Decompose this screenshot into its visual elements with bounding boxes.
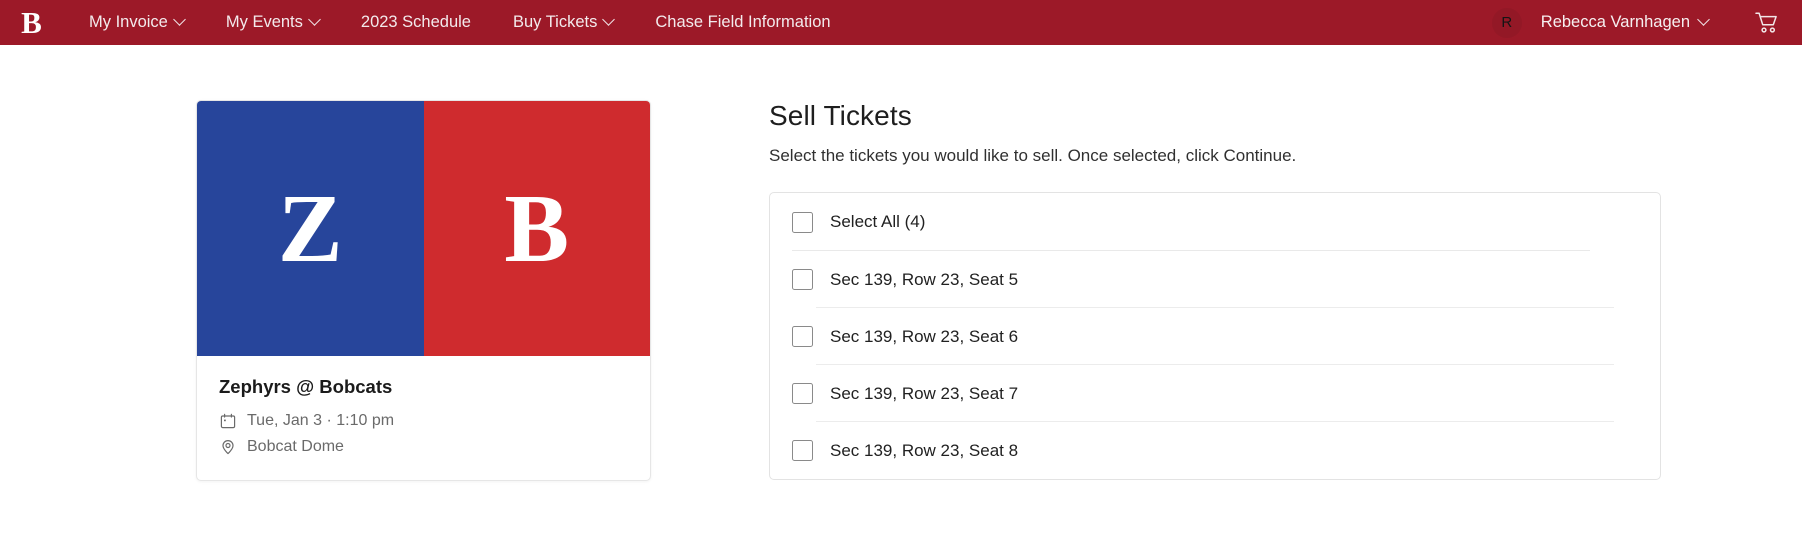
home-team-logo-icon: B	[423, 101, 650, 356]
nav-item-label: My Invoice	[89, 13, 168, 31]
avatar: R	[1491, 7, 1522, 38]
event-card-body: Zephyrs @ Bobcats Tue, Jan 3 · 1:10 pm B…	[197, 356, 650, 480]
ticket-selection-panel: Select All (4) Sec 139, Row 23, Seat 5 S…	[769, 192, 1661, 480]
event-date-label: Tue, Jan 3 · 1:10 pm	[247, 412, 395, 429]
chevron-down-icon	[308, 13, 321, 26]
select-all-label: Select All (4)	[830, 212, 926, 231]
main-nav-links: My Invoice My Events 2023 Schedule Buy T…	[68, 0, 852, 45]
shopping-cart-button[interactable]	[1750, 6, 1784, 40]
page-title: Sell Tickets	[769, 100, 912, 131]
chevron-down-icon	[602, 13, 616, 26]
nav-item-chase-field-information[interactable]: Chase Field Information	[634, 0, 851, 45]
ticket-label: Sec 139, Row 23, Seat 7	[830, 383, 1019, 403]
nav-item-label: Buy Tickets	[513, 13, 598, 31]
away-team-logo-icon: Z	[197, 101, 424, 356]
navbar-right-section: R Rebecca Varnhagen	[1486, 0, 1784, 45]
sell-tickets-section: Sell Tickets Select the tickets you woul…	[769, 100, 1661, 480]
ticket-label: Sec 139, Row 23, Seat 6	[830, 326, 1019, 346]
ticket-checkbox[interactable]	[792, 269, 813, 290]
calendar-icon	[219, 413, 236, 430]
ticket-checkbox[interactable]	[792, 383, 813, 404]
chevron-down-icon	[1697, 13, 1710, 26]
nav-item-my-invoice[interactable]: My Invoice	[68, 0, 205, 45]
account-menu[interactable]: R Rebecca Varnhagen	[1486, 0, 1714, 45]
ticket-row[interactable]: Sec 139, Row 23, Seat 7	[792, 365, 1638, 422]
nav-item-my-events[interactable]: My Events	[205, 0, 340, 45]
ticket-row[interactable]: Sec 139, Row 23, Seat 6	[792, 308, 1638, 365]
top-navigation-bar: B My Invoice My Events 2023 Schedule Buy…	[0, 0, 1802, 45]
page-content: Z B Zephyrs @ Bobcats Tue, Jan 3 · 1:10 …	[0, 45, 1802, 481]
event-venue-row: Bobcat Dome	[219, 438, 628, 456]
event-venue-label: Bobcat Dome	[247, 438, 344, 455]
bobcats-b-logo-icon[interactable]: B	[14, 6, 48, 40]
location-pin-icon	[219, 439, 236, 456]
select-all-row[interactable]: Select All (4)	[792, 193, 1638, 251]
nav-item-buy-tickets[interactable]: Buy Tickets	[492, 0, 634, 45]
page-subtitle: Select the tickets you would like to sel…	[769, 146, 1297, 165]
ticket-row[interactable]: Sec 139, Row 23, Seat 5	[792, 251, 1638, 308]
ticket-checkbox[interactable]	[792, 440, 813, 461]
ticket-checkbox[interactable]	[792, 326, 813, 347]
chevron-down-icon	[172, 13, 186, 26]
event-card[interactable]: Z B Zephyrs @ Bobcats Tue, Jan 3 · 1:10 …	[196, 100, 651, 481]
nav-item-label: 2023 Schedule	[360, 13, 471, 31]
ticket-label: Sec 139, Row 23, Seat 5	[830, 269, 1019, 289]
ticket-label: Sec 139, Row 23, Seat 8	[830, 440, 1019, 460]
event-date-row: Tue, Jan 3 · 1:10 pm	[219, 412, 628, 430]
account-name-label: Rebecca Varnhagen	[1540, 13, 1690, 31]
event-hero-image: Z B	[197, 101, 650, 356]
nav-item-label: Chase Field Information	[655, 13, 831, 31]
event-title: Zephyrs @ Bobcats	[219, 376, 393, 397]
shopping-cart-icon	[1755, 11, 1777, 33]
nav-item-2023-schedule[interactable]: 2023 Schedule	[340, 0, 492, 45]
ticket-row[interactable]: Sec 139, Row 23, Seat 8	[792, 422, 1638, 479]
nav-item-label: My Events	[225, 13, 303, 31]
select-all-checkbox[interactable]	[792, 211, 813, 233]
